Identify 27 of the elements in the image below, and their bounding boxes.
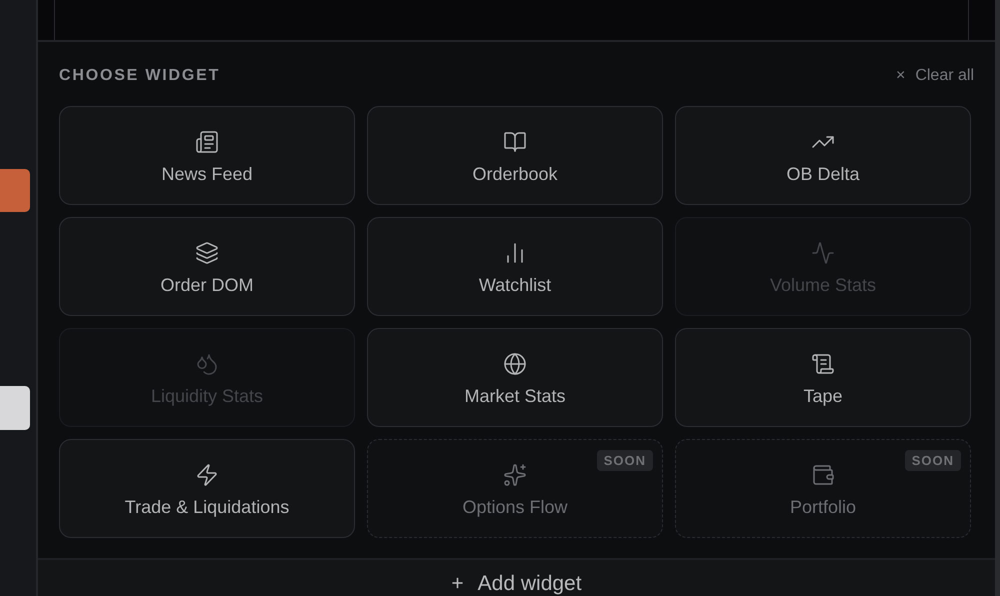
add-widget-button[interactable]: + Add widget — [38, 558, 995, 596]
widget-option[interactable]: Market Stats — [367, 328, 663, 427]
soon-badge: SOON — [904, 450, 961, 471]
globe-icon — [503, 352, 527, 376]
panel-title: CHOOSE WIDGET — [59, 67, 220, 85]
clear-all-button[interactable]: × Clear all — [896, 67, 974, 85]
widget-option[interactable]: Portfolio SOON — [675, 439, 971, 538]
widget-option[interactable]: Tape — [675, 328, 971, 427]
lightning-icon — [195, 463, 219, 487]
widget-option[interactable]: Trade & Liquidations — [59, 439, 355, 538]
widget-option[interactable]: Order DOM — [59, 217, 355, 316]
droplets-icon — [195, 352, 219, 376]
widget-option[interactable]: Orderbook — [367, 106, 663, 205]
scroll-icon — [811, 352, 835, 376]
light-tab[interactable] — [0, 386, 30, 430]
widget-option[interactable]: Options Flow SOON — [367, 439, 663, 538]
soon-badge: SOON — [596, 450, 653, 471]
layers-icon — [195, 241, 219, 265]
book-icon — [503, 130, 527, 154]
pulse-icon — [811, 241, 835, 265]
widget-option[interactable]: OB Delta — [675, 106, 971, 205]
newspaper-icon — [195, 130, 219, 154]
wallet-icon — [811, 463, 835, 487]
accent-tab[interactable] — [0, 169, 30, 212]
widget-option[interactable]: News Feed — [59, 106, 355, 205]
widget-option[interactable]: Watchlist — [367, 217, 663, 316]
sparkles-icon — [503, 463, 527, 487]
